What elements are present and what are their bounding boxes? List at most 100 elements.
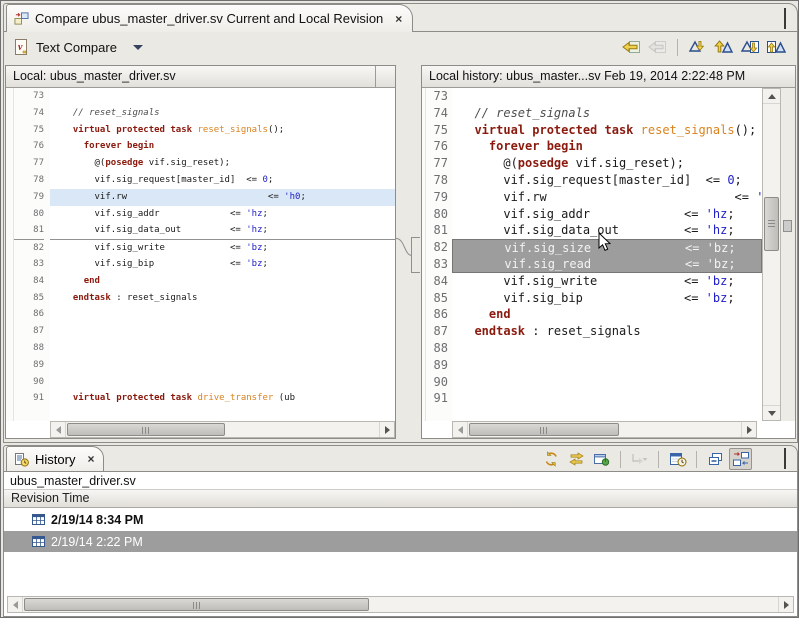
line-number: 90	[426, 374, 448, 391]
scroll-up-icon[interactable]	[763, 89, 780, 104]
line-number: 86	[14, 306, 44, 323]
history-code-area[interactable]: // reset_signals virtual protected task …	[452, 88, 762, 421]
code-line[interactable]: vif.sig_write <= 'bz;	[50, 239, 395, 256]
link-with-editor-button[interactable]	[565, 448, 588, 470]
next-difference-button[interactable]	[686, 36, 709, 58]
history-revision-row[interactable]: 2/19/14 8:34 PM	[4, 509, 797, 530]
line-number: 82	[426, 239, 448, 256]
line-number: 80	[14, 206, 44, 223]
code-line[interactable]: end	[452, 306, 762, 323]
code-line[interactable]: vif.sig_request[master_id] <= 0;	[50, 172, 395, 189]
code-line[interactable]	[50, 88, 395, 105]
vertical-scrollbar[interactable]	[762, 88, 781, 421]
scroll-left-icon[interactable]	[453, 422, 468, 437]
code-line[interactable]: virtual protected task reset_signals();	[50, 122, 395, 139]
line-number: 78	[14, 172, 44, 189]
sv-file-icon: v	[14, 39, 28, 55]
code-line[interactable]: vif.sig_addr <= 'hz;	[452, 206, 762, 223]
compare-editor-tab[interactable]: Compare ubus_master_driver.sv Current an…	[6, 4, 413, 32]
code-line[interactable]	[50, 323, 395, 340]
collapse-all-button[interactable]	[704, 448, 727, 470]
code-line[interactable]	[50, 306, 395, 323]
line-number: 85	[426, 290, 448, 307]
compare-mode-toggle[interactable]	[729, 448, 752, 470]
scroll-right-icon[interactable]	[379, 422, 394, 437]
line-number: 81	[426, 222, 448, 239]
line-number: 90	[14, 374, 44, 391]
next-change-button[interactable]	[738, 36, 761, 58]
history-revision-row[interactable]: 2/19/14 2:22 PM	[4, 531, 797, 552]
scroll-right-icon[interactable]	[741, 422, 756, 437]
chevron-down-icon[interactable]	[133, 45, 143, 50]
code-line[interactable]: vif.sig_data_out <= 'hz;	[50, 222, 395, 239]
code-line[interactable]: // reset_signals	[452, 105, 762, 122]
scrollbar-thumb[interactable]	[24, 598, 369, 611]
code-line[interactable]: end	[50, 273, 395, 290]
history-content: ubus_master_driver.sv Revision Time 2/19…	[4, 471, 797, 616]
code-line[interactable]: endtask : reset_signals	[50, 290, 395, 307]
code-line[interactable]: // reset_signals	[50, 105, 395, 122]
revision-table-icon	[32, 513, 45, 526]
code-line[interactable]	[452, 374, 762, 391]
scrollbar-thumb[interactable]	[469, 423, 619, 436]
scroll-down-icon[interactable]	[763, 405, 780, 420]
line-number: 81	[14, 222, 44, 239]
code-line[interactable]: vif.sig_bip <= 'bz;	[50, 256, 395, 273]
code-line[interactable]: forever begin	[452, 138, 762, 155]
mouse-cursor	[598, 232, 611, 252]
horizontal-scrollbar[interactable]	[452, 421, 757, 438]
refresh-button[interactable]	[540, 448, 563, 470]
datetime-filter-button[interactable]	[666, 448, 689, 470]
scroll-left-icon[interactable]	[51, 422, 66, 437]
maximize-button[interactable]	[784, 11, 786, 29]
local-pane-header-cell	[375, 66, 395, 87]
line-number: 87	[14, 323, 44, 340]
history-view-icon	[14, 452, 29, 467]
history-maximize-button[interactable]	[784, 451, 786, 469]
pin-view-button[interactable]	[590, 448, 613, 470]
code-line[interactable]	[452, 390, 762, 407]
line-number: 89	[14, 357, 44, 374]
code-line[interactable]	[452, 340, 762, 357]
editor-tab-close-icon[interactable]: ×	[395, 12, 402, 26]
horizontal-scrollbar[interactable]	[7, 596, 794, 613]
history-view-tab[interactable]: History ×	[6, 446, 104, 471]
horizontal-scrollbar[interactable]	[50, 421, 395, 438]
scrollbar-thumb[interactable]	[764, 197, 779, 251]
code-line[interactable]: @(posedge vif.sig_reset);	[50, 155, 395, 172]
line-number: 78	[426, 172, 448, 189]
scrollbar-thumb[interactable]	[67, 423, 225, 436]
code-line[interactable]	[452, 88, 762, 105]
code-line[interactable]: vif.rw <= 'h0;	[50, 189, 395, 206]
scroll-right-icon[interactable]	[778, 597, 793, 612]
copy-all-right-to-left-button[interactable]	[620, 36, 643, 58]
code-line[interactable]: @(posedge vif.sig_reset);	[452, 155, 762, 172]
diff-overview-marker[interactable]	[783, 220, 792, 232]
code-line[interactable]	[50, 340, 395, 357]
previous-change-button[interactable]	[764, 36, 787, 58]
code-line[interactable]: virtual protected task drive_transfer (u…	[50, 390, 395, 407]
history-tabbar: History ×	[3, 445, 798, 471]
revision-time-column-header[interactable]: Revision Time	[4, 490, 797, 508]
code-line[interactable]: vif.sig_addr <= 'hz;	[50, 206, 395, 223]
history-tab-close-icon[interactable]: ×	[87, 452, 94, 466]
line-number: 85	[14, 290, 44, 307]
code-line[interactable]: forever begin	[50, 138, 395, 155]
scroll-left-icon[interactable]	[8, 597, 23, 612]
code-line[interactable]: vif.sig_request[master_id] <= 0;	[452, 172, 762, 189]
local-code-area[interactable]: // reset_signals virtual protected task …	[50, 88, 395, 421]
code-line[interactable]: vif.sig_read <= 'bz;	[452, 256, 762, 273]
code-line[interactable]: virtual protected task reset_signals();	[452, 122, 762, 139]
line-number: 84	[426, 273, 448, 290]
code-line[interactable]: endtask : reset_signals	[452, 323, 762, 340]
code-line[interactable]	[50, 374, 395, 391]
code-line[interactable]: vif.sig_bip <= 'bz;	[452, 290, 762, 307]
overview-ruler	[781, 88, 795, 421]
previous-difference-button[interactable]	[712, 36, 735, 58]
editor-tabbar: Compare ubus_master_driver.sv Current an…	[3, 3, 798, 32]
code-line[interactable]: vif.rw <= 'h0;	[452, 189, 762, 206]
code-line[interactable]	[50, 357, 395, 374]
code-line[interactable]	[452, 357, 762, 374]
compare-editor-icon	[14, 11, 29, 26]
code-line[interactable]: vif.sig_write <= 'bz;	[452, 273, 762, 290]
